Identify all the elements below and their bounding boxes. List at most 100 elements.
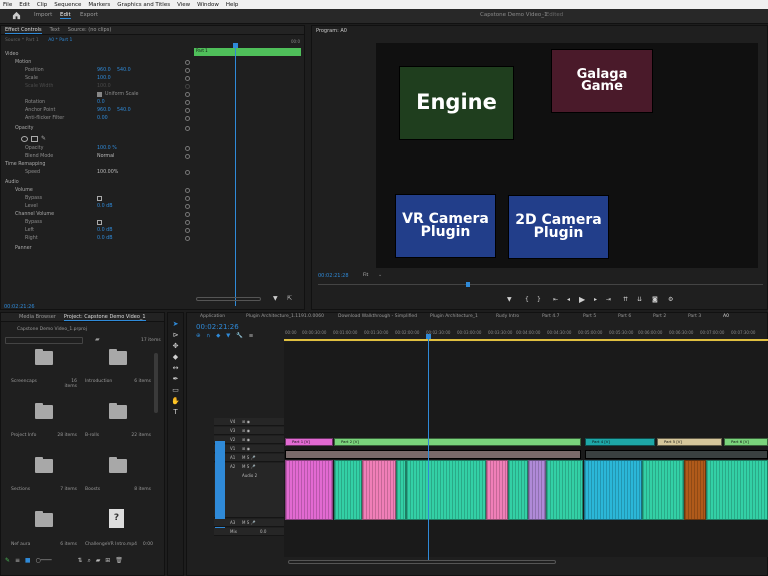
selection-tool-icon[interactable]: ➤	[171, 320, 180, 329]
seq-tab[interactable]: Part 2	[653, 314, 666, 319]
seq-tab[interactable]: Part 4.7	[542, 314, 559, 319]
channel-volume-row[interactable]: Channel Volume	[1, 212, 191, 220]
camera-icon[interactable]: ◙	[652, 296, 658, 303]
export-icon[interactable]: ⇱	[287, 295, 292, 302]
timeline-playhead-line[interactable]	[428, 338, 429, 560]
speed-row[interactable]: Speed 100.00%	[1, 170, 191, 178]
menu-help[interactable]: Help	[226, 2, 239, 8]
audio-clip[interactable]	[406, 460, 486, 520]
video-clip[interactable]: Part 5 [V]	[657, 438, 722, 446]
tab-source[interactable]: Source: (no clips)	[68, 27, 111, 33]
program-title[interactable]: Program: A0	[316, 28, 347, 34]
ellipse-mask-icon[interactable]	[21, 136, 28, 142]
video-clip[interactable]: Part 1 [V]	[285, 438, 333, 446]
audio-clip[interactable]	[528, 460, 546, 520]
extract-icon[interactable]: ⇊	[637, 296, 642, 303]
playhead-marker[interactable]	[233, 43, 238, 48]
work-area-bar[interactable]	[284, 339, 768, 341]
seq-tab[interactable]: Application	[200, 314, 225, 319]
tab-effect-controls[interactable]: Effect Controls	[5, 27, 42, 34]
menu-sequence[interactable]: Sequence	[54, 2, 81, 8]
media-file-icon[interactable]: ?	[109, 509, 124, 528]
audio-clip[interactable]	[684, 460, 706, 520]
timeline-scrollbar[interactable]	[288, 560, 556, 564]
razor-tool-icon[interactable]: ◆	[171, 353, 180, 362]
seq-tab[interactable]: Plugin Architecture_1.1191.0.0060	[246, 314, 324, 319]
tab-text[interactable]: Text	[50, 27, 60, 33]
audio-clip[interactable]	[546, 460, 583, 520]
video-clip[interactable]: Part 4 [V]	[585, 438, 655, 446]
wrench-icon[interactable]: 🔧	[236, 333, 243, 339]
seq-tab[interactable]: Part 6	[618, 314, 631, 319]
mask-tools[interactable]: ✎	[21, 135, 61, 143]
uniform-scale-checkbox[interactable]	[97, 92, 102, 97]
program-timecode[interactable]: 00:02:21:28	[318, 273, 349, 279]
hand-tool-icon[interactable]: ✋	[171, 397, 180, 406]
source-patch-a1[interactable]	[215, 452, 225, 528]
menu-graphics[interactable]: Graphics and Titles	[117, 2, 170, 8]
bypass-checkbox[interactable]	[97, 196, 102, 201]
new-bin-icon[interactable]: ▰	[95, 336, 100, 343]
rectangle-tool-icon[interactable]: ▭	[171, 386, 180, 395]
channel-bypass-row[interactable]: Bypass	[1, 220, 191, 228]
pencil-icon[interactable]: ✎	[5, 557, 10, 564]
home-icon[interactable]	[12, 11, 21, 20]
linked-icon[interactable]: ∩	[206, 333, 210, 339]
seq-tab[interactable]: Plugin Architecture_1	[430, 314, 478, 319]
volume-row[interactable]: Volume	[1, 188, 191, 196]
project-search[interactable]	[5, 337, 83, 344]
type-tool-icon[interactable]: T	[171, 408, 180, 417]
playhead-line[interactable]	[235, 44, 236, 306]
bin-folder-icon[interactable]	[35, 403, 53, 419]
track-header-a3[interactable]: A3 M S 🎤	[214, 519, 284, 527]
opacity-section-row[interactable]: Opacity	[1, 126, 191, 134]
slip-tool-icon[interactable]: ↔	[171, 364, 180, 373]
seq-tab[interactable]: Part 5	[583, 314, 596, 319]
menu-clip[interactable]: Clip	[37, 2, 47, 8]
bypass-row[interactable]: Bypass	[1, 196, 191, 204]
seq-tab[interactable]: Rudy Intro	[496, 314, 519, 319]
level-row[interactable]: Level 0.0 dB	[1, 204, 191, 212]
audio-clip[interactable]	[706, 460, 768, 520]
seq-tab[interactable]: Part 3	[688, 314, 701, 319]
icon-view-icon[interactable]: ■	[25, 557, 31, 564]
ripple-edit-icon[interactable]: ✥	[171, 342, 180, 351]
position-row[interactable]: Position 960.0 540.0	[1, 68, 191, 76]
seq-tab[interactable]: Download Walkthrough - Simplified	[338, 314, 417, 319]
fit-chevron-icon[interactable]: ⌄	[378, 272, 382, 278]
bin-name[interactable]: Boosts	[85, 487, 100, 492]
snap-icon[interactable]: ⊕	[196, 333, 201, 339]
captions-icon[interactable]: ▼	[226, 333, 230, 339]
motion-row[interactable]: Motion	[1, 60, 191, 68]
time-remap-row[interactable]: Time Remapping	[1, 162, 191, 170]
audio-clip[interactable]	[508, 460, 528, 520]
bin-name[interactable]: B-rolls	[85, 433, 99, 438]
menu-edit[interactable]: Edit	[19, 2, 30, 8]
left-row[interactable]: Left 0.0 dB	[1, 228, 191, 236]
timeline-settings-icon[interactable]: ≡	[249, 333, 254, 339]
right-row[interactable]: Right 0.0 dB	[1, 236, 191, 244]
track-select-icon[interactable]: ⊳	[171, 331, 180, 340]
bin-name[interactable]: Nef aura	[11, 542, 30, 547]
uniform-scale-row[interactable]: Uniform Scale	[1, 92, 191, 100]
effect-mini-timeline[interactable]: Part 1	[194, 48, 301, 56]
timeline-timecode[interactable]: 00:02:21:26	[196, 323, 239, 331]
menu-file[interactable]: File	[3, 2, 12, 8]
menu-view[interactable]: View	[177, 2, 190, 8]
filter-icon[interactable]: ▼	[273, 295, 278, 302]
step-forward-icon[interactable]: ▸	[594, 296, 597, 303]
go-to-in-icon[interactable]: ⇤	[553, 296, 558, 303]
pen-tool-icon[interactable]: ✒	[171, 375, 180, 384]
trash-icon[interactable]: 🗑	[115, 557, 123, 564]
audio-clip[interactable]	[486, 460, 508, 520]
panner-row[interactable]: Panner	[1, 246, 191, 254]
bin-name[interactable]: Sections	[11, 487, 30, 492]
video-clip[interactable]: Part 6 [V]	[724, 438, 768, 446]
audio-clip[interactable]	[396, 460, 406, 520]
lift-icon[interactable]: ⇈	[623, 296, 628, 303]
scale-row[interactable]: Scale 100.0	[1, 76, 191, 84]
play-icon[interactable]: ▶	[579, 295, 585, 304]
search-icon[interactable]: ⌕	[87, 557, 90, 564]
pen-mask-icon[interactable]: ✎	[41, 135, 46, 142]
tab-edit[interactable]: Edit	[60, 12, 71, 19]
